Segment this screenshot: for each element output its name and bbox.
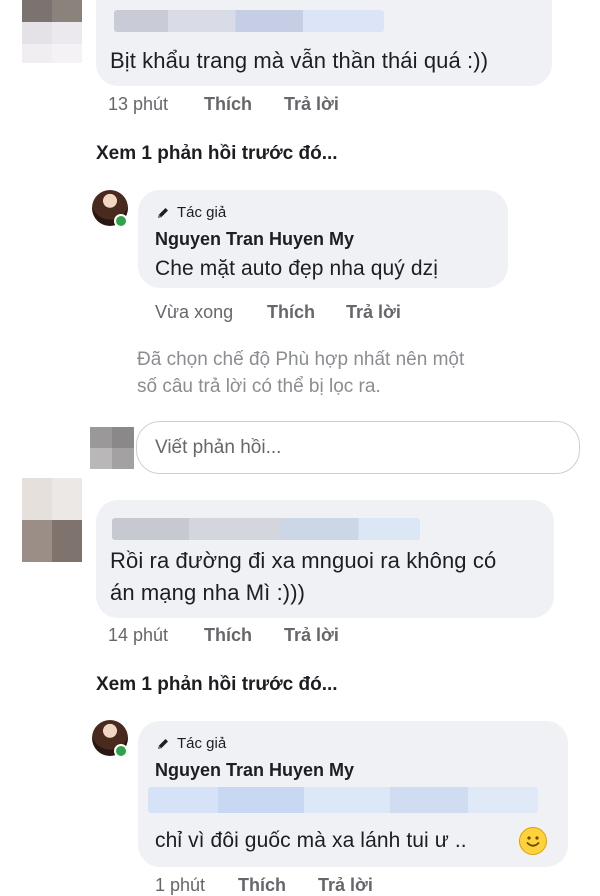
comment-bubble[interactable]: Bịt khẩu trang mà vẫn thần thái quá :))	[96, 0, 552, 86]
reply-bubble[interactable]: Tác giả Nguyen Tran Huyen My Che mặt aut…	[138, 190, 508, 288]
online-status-dot	[114, 744, 128, 758]
author-tag-label: Tác giả	[177, 204, 227, 221]
filter-notice-line2: số câu trả lời có thể bị lọc ra.	[137, 376, 381, 397]
comment-time[interactable]: 13 phút	[108, 94, 168, 115]
author-tag-label: Tác giả	[177, 735, 227, 752]
view-previous-replies-link[interactable]: Xem 1 phản hồi trước đó...	[96, 143, 338, 165]
smile-emoji-icon	[519, 827, 547, 855]
comment-text: Bịt khẩu trang mà vẫn thần thái quá :))	[110, 48, 489, 73]
author-name[interactable]: Nguyen Tran Huyen My	[155, 760, 354, 781]
filter-notice: Đã chọn chế độ Phù hợp nhất nên một số c…	[137, 346, 464, 400]
author-name[interactable]: Nguyen Tran Huyen My	[155, 229, 354, 250]
current-user-avatar-pixelated	[90, 427, 134, 469]
reply-button[interactable]: Trả lời	[346, 302, 401, 323]
redacted-text	[148, 787, 538, 813]
comment-text-line1: Rồi ra đường đi xa mnguoi ra không có	[110, 548, 497, 573]
reply-input[interactable]: Viết phản hồi...	[136, 421, 580, 474]
comment-text-line2: án mạng nha Mì :)))	[110, 580, 306, 605]
like-button[interactable]: Thích	[267, 302, 315, 323]
reply-input-placeholder: Viết phản hồi...	[155, 436, 282, 458]
pencil-icon	[158, 207, 168, 218]
filter-notice-line1: Đã chọn chế độ Phù hợp nhất nên một	[137, 349, 465, 370]
author-tag: Tác giả	[155, 204, 226, 221]
reply-text: chỉ vì đôi guốc mà xa lánh tui ư ..	[155, 829, 467, 852]
comment-bubble[interactable]: Rồi ra đường đi xa mnguoi ra không có án…	[96, 500, 554, 618]
comment-time[interactable]: 14 phút	[108, 625, 168, 646]
reply-time[interactable]: 1 phút	[155, 875, 205, 896]
reply-button[interactable]: Trả lời	[284, 625, 339, 646]
reply-bubble[interactable]: Tác giả Nguyen Tran Huyen My chỉ vì đôi …	[138, 721, 568, 867]
author-tag: Tác giả	[155, 735, 226, 752]
reply-button[interactable]: Trả lời	[284, 94, 339, 115]
reply-time[interactable]: Vừa xong	[155, 302, 233, 323]
commenter-avatar-pixelated[interactable]	[22, 0, 82, 63]
like-button[interactable]: Thích	[204, 625, 252, 646]
like-button[interactable]: Thích	[204, 94, 252, 115]
like-button[interactable]: Thích	[238, 875, 286, 896]
commenter-avatar-pixelated[interactable]	[22, 478, 82, 562]
redacted-name	[112, 518, 420, 540]
reply-text: Che mặt auto đẹp nha quý dzị	[155, 257, 438, 280]
view-previous-replies-link[interactable]: Xem 1 phản hồi trước đó...	[96, 674, 338, 696]
online-status-dot	[114, 214, 128, 228]
pencil-icon	[158, 738, 168, 749]
reply-button[interactable]: Trả lời	[318, 875, 373, 896]
redacted-name	[114, 10, 384, 32]
